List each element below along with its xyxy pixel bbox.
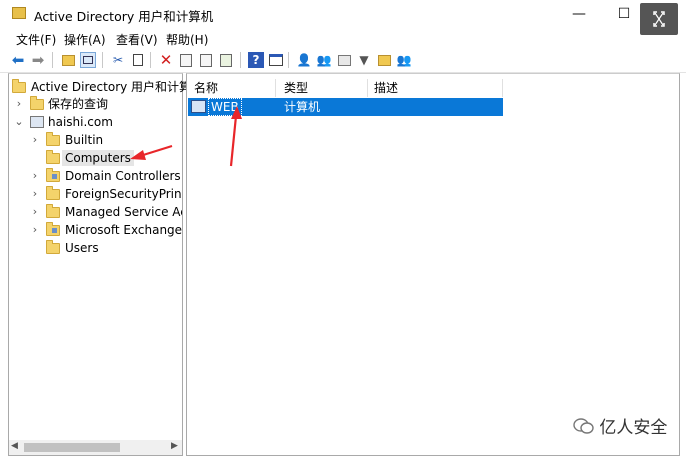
annotation-arrow-web	[229, 106, 242, 167]
watermark-text: 亿人安全	[599, 418, 668, 438]
annotation-arrow-computers	[130, 144, 173, 160]
annotation-arrows	[130, 106, 242, 167]
wechat-icon	[572, 417, 594, 435]
watermark: 亿人安全	[572, 413, 672, 438]
